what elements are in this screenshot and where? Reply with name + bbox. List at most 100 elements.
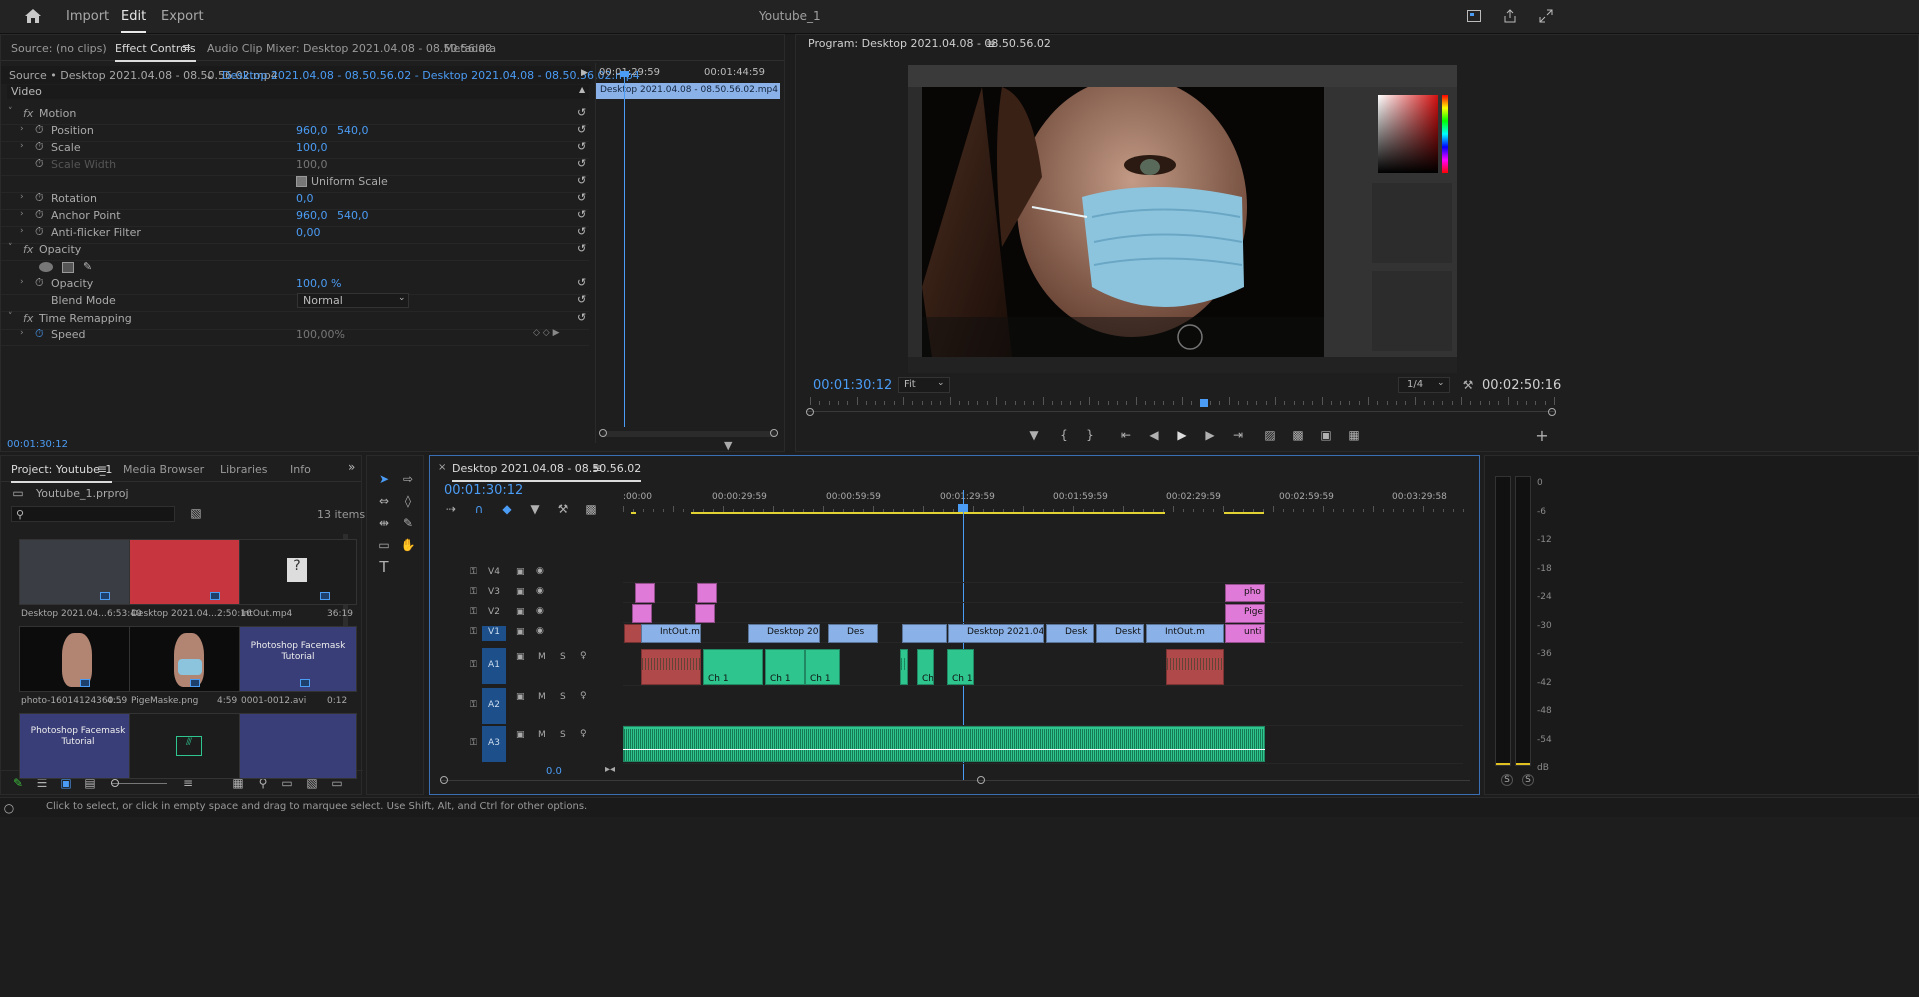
menu-icon[interactable]: ≡ [592,461,602,475]
stopwatch-icon[interactable]: ⏱ [35,327,44,341]
scroll-handle-left[interactable] [440,776,448,784]
volume-rubberband[interactable] [623,749,1265,750]
play-icon[interactable]: ▶ [1174,427,1190,443]
timeline-title[interactable]: Desktop 2021.04.08 - 08.50.56.02 [452,462,642,482]
slip-tool-icon[interactable]: ⇹ [375,514,393,532]
mark-in-icon[interactable]: { [1056,427,1072,443]
lock-icon[interactable]: ⚿ [470,587,477,597]
stopwatch-icon[interactable]: ⏱ [35,123,44,137]
add-button-icon[interactable]: + [1534,426,1550,445]
tab-libraries[interactable]: Libraries [220,463,268,476]
item-name[interactable]: IntOut.mp4 [241,609,292,619]
keyframe-nav-icon[interactable]: ◇ ◇ ▶ [533,328,560,338]
reset-icon[interactable]: ↺ [577,311,586,324]
project-thumbnail[interactable] [129,539,247,605]
property-value[interactable]: 100,0 [296,141,328,154]
track-lane-v3[interactable] [623,584,1463,603]
fullscreen-icon[interactable] [1536,6,1556,26]
wrench-icon[interactable]: ⚒ [1460,377,1476,393]
type-tool-icon[interactable]: T [375,558,393,576]
v1-clip[interactable]: Desk [1046,624,1094,643]
zoom-slider[interactable] [111,783,167,784]
work-area-bar[interactable] [631,512,636,514]
lock-icon[interactable]: ⚿ [470,627,477,637]
program-playhead[interactable] [1200,399,1209,407]
mark-out-icon[interactable]: } [1082,427,1098,443]
magnet-icon[interactable]: ∩ [472,502,486,516]
tab-metadata[interactable]: Metadata [444,42,496,55]
v2-graphic[interactable]: Pige [1225,604,1265,623]
expand-twirl-icon[interactable]: › [20,226,24,236]
lock-icon[interactable]: ⚿ [470,738,477,748]
item-name[interactable]: 0001-0012.avi [241,696,306,706]
track-target-v4[interactable]: V4 [482,566,506,581]
filmstrip-icon[interactable]: ▣ [516,627,525,637]
v2-clip[interactable] [632,604,652,623]
reset-icon[interactable]: ↺ [577,242,586,255]
project-thumbnail[interactable] [19,626,137,692]
track-lane-v2[interactable] [623,604,1463,623]
track-target-a1[interactable]: A1 [482,648,506,684]
project-thumbnail[interactable] [239,713,357,779]
v1-clip[interactable]: Desktop 202 [748,624,820,643]
track-lane-a2[interactable] [623,688,1463,726]
zoom-select[interactable]: Fit ⌄ [898,377,950,393]
lift-icon[interactable]: ▨ [1262,427,1278,443]
microphone-icon[interactable]: ♀ [580,691,587,701]
track-select-tool-icon[interactable]: ⇨ [399,470,417,488]
reset-icon[interactable]: ↺ [577,157,586,170]
filmstrip-icon[interactable]: ▣ [516,567,525,577]
microphone-icon[interactable]: ♀ [580,729,587,739]
item-name[interactable]: Desktop 2021.04... [131,609,217,619]
selection-tool-icon[interactable]: ➤ [375,470,393,488]
track-target-a3[interactable]: A3 [482,726,506,762]
nav-edit[interactable]: Edit [121,9,147,33]
a1-clip[interactable]: Ch 1 [765,649,805,685]
property-value[interactable]: 100,0 [296,158,328,171]
a1-clip[interactable] [900,649,908,685]
menu-icon[interactable]: ≡ [182,41,191,54]
wrench-icon[interactable]: ⚒ [556,502,570,516]
rectangle-tool-icon[interactable]: ▭ [375,536,393,554]
property-value[interactable]: 0,00 [296,226,321,239]
project-thumbnail[interactable]: Photoshop Facemask Tutorial [19,713,137,779]
blend-mode-select[interactable]: Normal ⌄ [297,293,409,308]
playhead-handle-icon[interactable] [958,504,968,512]
menu-icon[interactable]: ≡ [97,462,107,476]
rectangle-mask-icon[interactable] [62,262,74,273]
v3-clip[interactable] [697,583,717,603]
timeline-scrollbar[interactable] [440,780,1470,781]
v1-clip[interactable] [902,624,947,643]
reset-icon[interactable]: ↺ [577,191,586,204]
uniform-scale-checkbox[interactable] [296,176,307,187]
solo-left-button[interactable]: S [1501,774,1513,786]
expand-twirl-icon[interactable]: ˅ [8,243,13,253]
comparison-icon[interactable]: ▦ [1346,427,1362,443]
tab-media-browser[interactable]: Media Browser [123,463,204,476]
a1-clip[interactable] [641,649,701,685]
project-thumbnail[interactable] [129,626,247,692]
v1-graphic[interactable]: unti [1225,624,1265,643]
zoom-slider-handle[interactable] [111,779,119,787]
quality-select[interactable]: 1/4 ⌄ [1398,377,1450,393]
reset-icon[interactable]: ↺ [577,208,586,221]
add-marker-icon[interactable]: ▼ [528,502,542,516]
effect-timecode[interactable]: 00:01:30:12 [7,439,68,450]
stopwatch-icon[interactable]: ⏱ [35,276,44,290]
program-timecode[interactable]: 00:01:30:12 [813,378,892,393]
filmstrip-icon[interactable]: ▣ [516,652,525,662]
timeline-ruler[interactable]: :00:00 00:00:29:59 00:00:59:59 00:01:29:59 0… [623,488,1464,516]
nav-export[interactable]: Export [161,9,204,24]
item-name[interactable]: Desktop 2021.04... [21,609,107,619]
expand-twirl-icon[interactable]: ˅ [8,107,13,117]
v1-clip[interactable]: IntOut.m [1146,624,1224,643]
a1-clip[interactable]: Ch 1 [947,649,974,685]
filter-icon[interactable]: ▼ [724,439,732,452]
filmstrip-icon[interactable]: ▣ [516,607,525,617]
eye-icon[interactable]: ◉ [536,626,544,636]
stopwatch-icon[interactable]: ⏱ [35,225,44,239]
more-panels-icon[interactable]: » [348,460,355,474]
reset-icon[interactable]: ↺ [577,106,586,119]
mini-scrollbar[interactable] [602,431,776,437]
go-to-in-icon[interactable]: ⇤ [1118,427,1134,443]
